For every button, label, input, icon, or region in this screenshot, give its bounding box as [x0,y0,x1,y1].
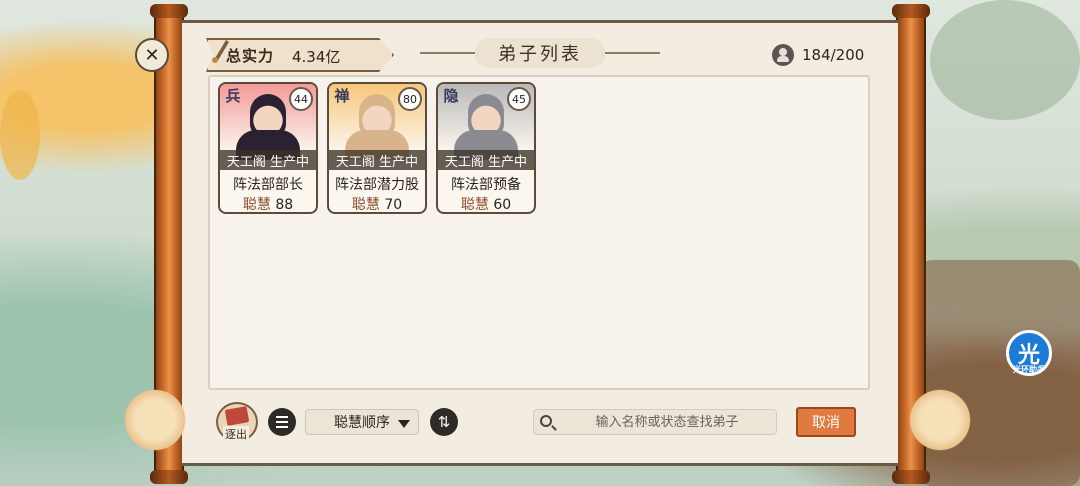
search-input[interactable] [564,412,770,432]
search-box[interactable] [533,409,777,435]
background-tree [0,90,40,180]
status-label: 天工阁 生产中 [329,150,425,170]
chevron-down-icon [398,420,410,428]
stat-line: 聪慧 60 [438,194,534,213]
cancel-button[interactable]: 取消 [796,407,856,437]
sort-selected-label: 聪慧顺序 [334,415,390,431]
disciple-card[interactable]: 隐 45 天工阁 生产中 阵法部预备 聪慧 60 [436,82,536,214]
level-badge: 44 [289,87,313,111]
title-ornament: 弟子列表 [420,38,660,68]
department-label: 阵法部预备 [451,177,521,193]
stat-name: 聪慧 [242,197,271,213]
helper-label: 光环助手 [1013,365,1045,374]
stat-line: 聪慧 88 [220,194,316,213]
page-title: 弟子列表 [475,38,605,68]
person-icon [772,44,794,66]
level-badge: 45 [507,87,531,111]
total-power-value: 4.34亿 [292,48,341,66]
sort-dropdown[interactable]: 聪慧顺序 [305,409,419,435]
disciple-card[interactable]: 兵 44 天工阁 生产中 阵法部部长 聪慧 88 [218,82,318,214]
stat-value: 88 [275,197,294,213]
disciple-count: 184/200 [772,44,864,66]
department-label: 阵法部部长 [233,177,303,193]
stat-line: 聪慧 70 [329,194,425,213]
search-icon [540,415,552,427]
stat-name: 聪慧 [351,197,380,213]
cloud-ornament-left [120,385,190,455]
stat-name: 聪慧 [460,197,489,213]
expel-label: 逐出 [223,426,249,442]
disciple-tag: 兵 [225,86,241,105]
cloud-ornament-right [905,385,975,455]
stat-value: 60 [493,197,512,213]
pin-icon[interactable]: ✕ [135,38,169,72]
background-hill [930,0,1080,120]
sort-order-toggle-icon[interactable]: ⇅ [430,408,458,436]
disciple-tag: 禅 [334,86,350,105]
disciple-tag: 隐 [443,86,459,105]
disciple-count-text: 184/200 [802,46,865,64]
total-power-label: 总实力 [226,47,275,65]
level-badge: 80 [398,87,422,111]
stat-value: 70 [384,197,403,213]
disciple-card[interactable]: 禅 80 天工阁 生产中 阵法部潜力股 聪慧 70 [327,82,427,214]
status-label: 天工阁 生产中 [220,150,316,170]
department-label: 阵法部潜力股 [335,177,419,193]
list-view-icon[interactable] [268,408,296,436]
status-label: 天工阁 生产中 [438,150,534,170]
